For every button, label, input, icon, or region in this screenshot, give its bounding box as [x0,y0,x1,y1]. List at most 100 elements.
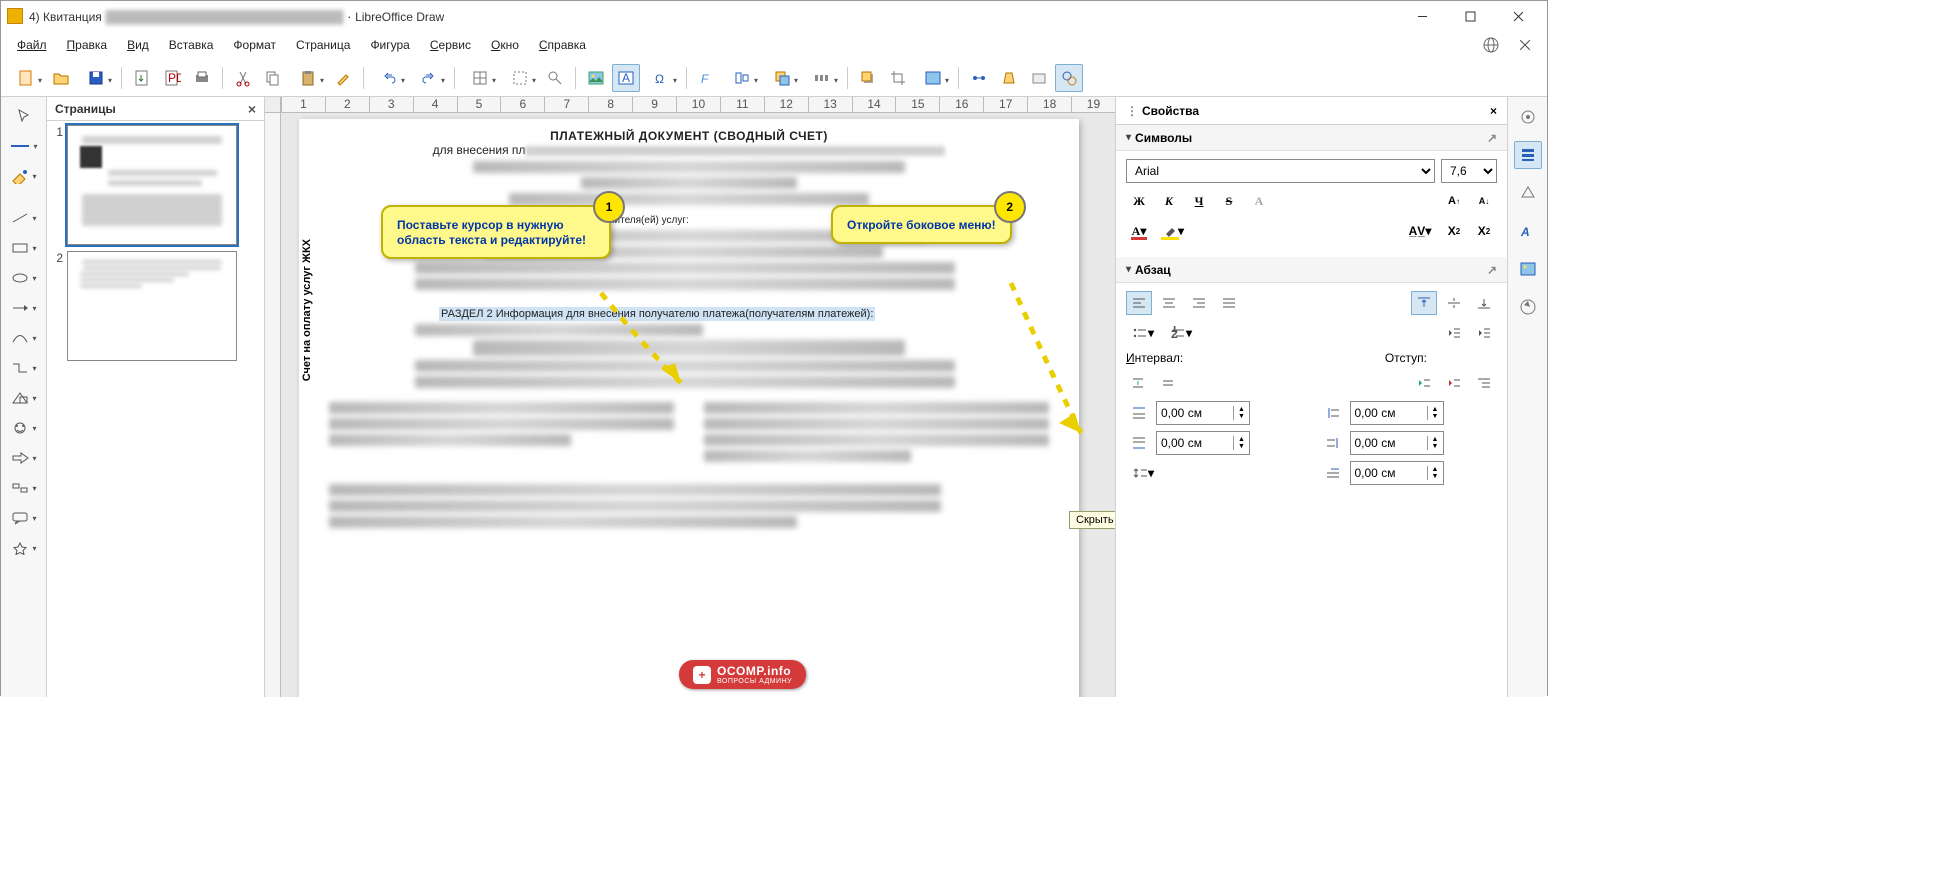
menu-help[interactable]: Справка [531,34,594,56]
vertical-ruler[interactable] [265,113,281,697]
basic-shapes-tool[interactable]: ▾ [7,385,41,411]
fill-color-tool[interactable]: ▾ [7,163,41,189]
bullet-list-button[interactable]: ▾ [1126,321,1160,345]
menu-window[interactable]: Окно [483,34,527,56]
snap-button[interactable]: ▾ [501,64,539,92]
menu-format[interactable]: Формат [225,34,284,56]
menu-insert[interactable]: Вставка [161,34,222,56]
underline-button[interactable]: Ч [1186,189,1212,213]
open-button[interactable] [47,64,75,92]
shadow-button[interactable] [854,64,882,92]
symbols-section-header[interactable]: ▾Символы ↗ [1116,125,1507,151]
superscript-button[interactable]: X2 [1441,219,1467,243]
align-objects-button[interactable]: ▾ [723,64,761,92]
properties-close-icon[interactable]: × [1490,104,1497,118]
curve-tool[interactable]: ▾ [7,325,41,351]
expand-icon[interactable]: ↗ [1487,131,1497,145]
guides-button[interactable] [541,64,569,92]
undo-button[interactable]: ▾ [370,64,408,92]
sidebar-navigator-tab[interactable] [1514,293,1542,321]
ellipse-tool[interactable]: ▾ [7,265,41,291]
valign-mid-button[interactable] [1441,291,1467,315]
increase-indent-button[interactable] [1471,321,1497,345]
extrusion-button[interactable] [995,64,1023,92]
page-thumb-2[interactable]: 2 [51,251,260,361]
align-center-button[interactable] [1156,291,1182,315]
show-draw-functions-button[interactable] [1055,64,1083,92]
menu-view[interactable]: Вид [119,34,157,56]
new-doc-button[interactable]: ▾ [7,64,45,92]
close-button[interactable] [1495,1,1541,31]
space-below-input[interactable]: ▲▼ [1156,431,1250,455]
sidebar-styles-tab[interactable]: A [1514,217,1542,245]
block-arrows-tool[interactable]: ▾ [7,445,41,471]
space-above-input[interactable]: ▲▼ [1156,401,1250,425]
align-left-button[interactable] [1126,291,1152,315]
line-spacing-button[interactable]: ▾ [1126,461,1160,485]
decrease-spacing-button[interactable] [1156,371,1182,395]
indent-after-input[interactable]: ▲▼ [1350,431,1444,455]
align-right-button[interactable] [1186,291,1212,315]
copy-button[interactable] [259,64,287,92]
decrease-indent-button[interactable] [1441,321,1467,345]
font-color-button[interactable]: A▾ [1126,219,1152,243]
highlight-color-button[interactable]: ▾ [1156,219,1192,243]
symbol-shapes-tool[interactable]: ▾ [7,415,41,441]
flowchart-tool[interactable]: ▾ [7,475,41,501]
fontwork-button[interactable]: F [693,64,721,92]
indent-dec-button[interactable] [1441,371,1467,395]
connector-tool[interactable]: ▾ [7,355,41,381]
menu-service[interactable]: Сервис [422,34,479,56]
globe-icon[interactable] [1477,31,1505,59]
bold-button[interactable]: Ж [1126,189,1152,213]
line-tool[interactable]: ▾ [7,205,41,231]
subscript-button[interactable]: X2 [1471,219,1497,243]
hanging-indent-button[interactable] [1471,371,1497,395]
filter-button[interactable]: ▾ [914,64,952,92]
export-button[interactable] [128,64,156,92]
valign-top-button[interactable] [1411,291,1437,315]
pages-list[interactable]: 1 2 [47,121,264,697]
menu-shape[interactable]: Фигура [362,34,417,56]
export-pdf-button[interactable]: PDF [158,64,186,92]
arrow-tool[interactable]: ▾ [7,295,41,321]
valign-bottom-button[interactable] [1471,291,1497,315]
pages-panel-close-icon[interactable]: × [248,101,256,117]
indent-inc-button[interactable] [1411,371,1437,395]
font-name-select[interactable]: Arial [1126,159,1435,183]
save-button[interactable]: ▾ [77,64,115,92]
maximize-button[interactable] [1447,1,1493,31]
italic-button[interactable]: К [1156,189,1182,213]
grid-button[interactable]: ▾ [461,64,499,92]
insert-textbox-button[interactable]: A [612,64,640,92]
strike-button[interactable]: S [1216,189,1242,213]
rect-tool[interactable]: ▾ [7,235,41,261]
select-tool[interactable] [7,103,41,129]
clone-format-button[interactable] [329,64,357,92]
insert-image-button[interactable] [582,64,610,92]
line-color-tool[interactable]: ▾ [7,133,41,159]
page-thumb-1[interactable]: 1 [51,125,260,245]
close-doc-icon[interactable] [1511,31,1539,59]
increase-spacing-button[interactable] [1126,371,1152,395]
decrease-font-button[interactable]: A↓ [1471,189,1497,213]
minimize-button[interactable] [1399,1,1445,31]
cut-button[interactable] [229,64,257,92]
sidebar-shapes-tab[interactable] [1514,179,1542,207]
horizontal-ruler[interactable]: 12345678910111213141516171819 [281,97,1115,113]
indent-first-input[interactable]: ▲▼ [1350,461,1444,485]
crop-button[interactable] [884,64,912,92]
char-spacing-button[interactable]: A̲V̲ ▾ [1403,219,1437,243]
toggle-extrusion-button[interactable] [1025,64,1053,92]
doc-selected-text[interactable]: РАЗДЕЛ 2 Информация для внесения получат… [439,307,875,321]
callout-tool[interactable]: ▾ [7,505,41,531]
align-justify-button[interactable] [1216,291,1242,315]
print-button[interactable] [188,64,216,92]
insert-special-char-button[interactable]: Ω▾ [642,64,680,92]
indent-before-input[interactable]: ▲▼ [1350,401,1444,425]
sidebar-gallery-tab[interactable] [1514,255,1542,283]
arrange-button[interactable]: ▾ [763,64,801,92]
font-size-select[interactable]: 7,6 [1441,159,1497,183]
paragraph-section-header[interactable]: ▾Абзац ↗ [1116,257,1507,283]
shadow-text-button[interactable]: A [1246,189,1272,213]
